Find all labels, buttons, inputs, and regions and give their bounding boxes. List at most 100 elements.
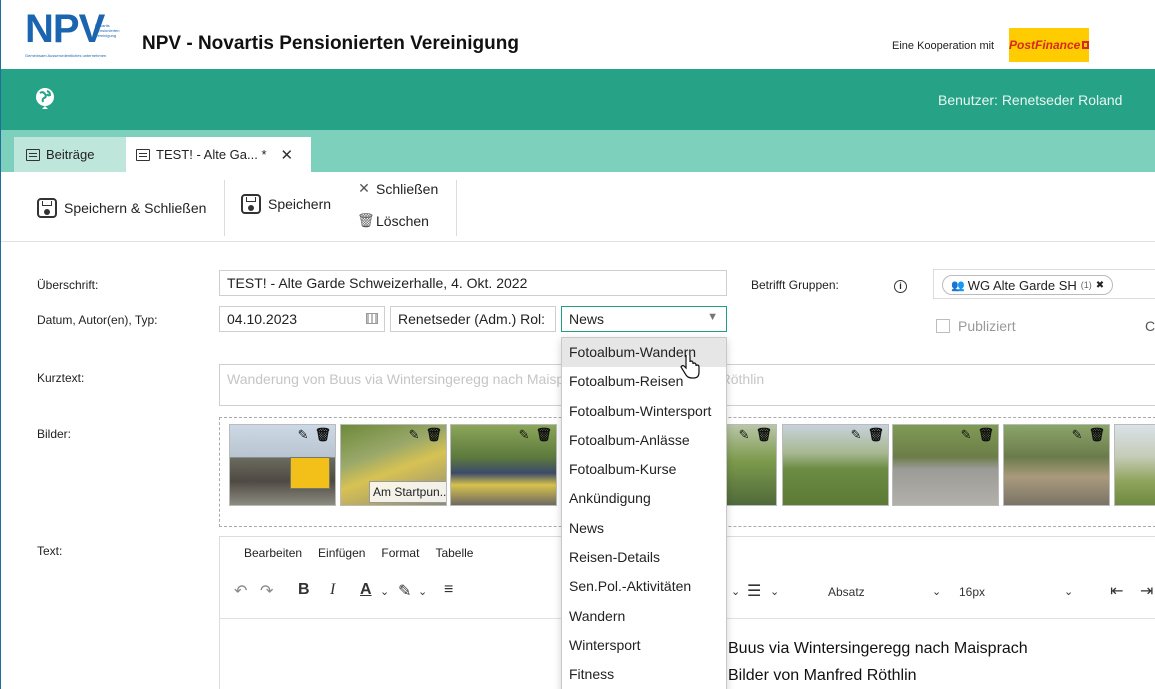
group-icon: 👥 <box>951 279 965 292</box>
type-select[interactable]: News ▼ <box>561 306 727 332</box>
heading-label: Überschrift: <box>37 278 99 292</box>
dropdown-option[interactable]: Fotoalbum-Wintersport <box>562 397 726 426</box>
edit-icon[interactable]: ✎ <box>298 427 309 443</box>
image-thumbnail[interactable] <box>1114 424 1155 506</box>
image-thumbnail[interactable]: ✎ 🗑 <box>229 424 336 506</box>
align-icon[interactable]: ≡ <box>444 581 453 599</box>
trash-icon[interactable]: 🗑 <box>867 427 884 443</box>
highlight-icon[interactable]: ✎ <box>398 581 411 601</box>
chevron-down-icon[interactable]: ⌄ <box>731 585 740 598</box>
chevron-down-icon[interactable]: ⌄ <box>380 585 389 598</box>
chevron-down-icon: ▼ <box>707 311 718 323</box>
delete-button[interactable]: 🗑 Löschen <box>357 212 429 229</box>
image-thumbnail[interactable]: ✎ 🗑 <box>1003 424 1110 506</box>
chevron-down-icon[interactable]: ⌄ <box>770 585 779 598</box>
meta-label: Datum, Autor(en), Typ: <box>37 313 158 327</box>
trash-icon[interactable]: 🗑 <box>425 427 442 443</box>
outdent-icon[interactable]: ⇤ <box>1110 581 1123 601</box>
image-thumbnail[interactable]: ✎ 🗑 <box>721 424 777 506</box>
edit-icon[interactable]: ✎ <box>519 427 530 443</box>
edit-icon[interactable]: ✎ <box>851 427 862 443</box>
app-title: NPV - Novartis Pensionierten Vereinigung <box>142 33 519 54</box>
image-thumbnail[interactable]: ✎ 🗑 <box>892 424 999 506</box>
redo-icon[interactable]: ↷ <box>260 581 273 601</box>
images-label: Bilder: <box>37 427 72 441</box>
dropdown-option[interactable]: Fotoalbum-Anlässe <box>562 426 726 455</box>
save-icon <box>241 194 261 214</box>
save-button[interactable]: Speichern <box>241 194 331 214</box>
bold-icon[interactable]: B <box>298 581 310 599</box>
date-input[interactable]: 04.10.2023 <box>219 306 385 332</box>
menu-insert[interactable]: Einfügen <box>318 546 365 560</box>
dropdown-option[interactable]: Sen.Pol.-Aktivitäten <box>562 572 726 601</box>
globe-icon[interactable] <box>34 87 56 113</box>
toolbar: Speichern & Schließen Speichern ✕ Schlie… <box>1 172 1155 242</box>
edit-icon[interactable]: ✎ <box>739 427 750 443</box>
trash-icon[interactable]: 🗑 <box>535 427 552 443</box>
date-value: 04.10.2023 <box>227 311 298 327</box>
hand-cursor-icon <box>680 355 700 379</box>
dropdown-option[interactable]: Ankündigung <box>562 484 726 513</box>
edit-icon[interactable]: ✎ <box>961 427 972 443</box>
tab-strip: Beiträge TEST! - Alte Ga... * ✕ <box>1 130 1155 172</box>
close-button[interactable]: ✕ Schließen <box>357 180 438 197</box>
postfinance-cross-icon <box>1082 41 1089 49</box>
tab-article[interactable]: TEST! - Alte Ga... * ✕ <box>126 137 311 172</box>
postfinance-logo[interactable]: PostFinance <box>1009 28 1089 62</box>
logo-subtext: Novartis Pensionierten Vereinigung <box>95 23 120 38</box>
menu-edit[interactable]: Bearbeiten <box>244 546 302 560</box>
cooperation-label: Eine Kooperation mit <box>892 40 995 52</box>
text-color-icon[interactable]: A <box>360 581 372 599</box>
trash-icon: 🗑 <box>357 212 375 228</box>
save-and-close-button[interactable]: Speichern & Schließen <box>37 198 206 218</box>
image-thumbnail[interactable]: ✎ 🗑 <box>782 424 889 506</box>
tab-beitraege[interactable]: Beiträge <box>14 137 126 172</box>
close-icon: ✕ <box>358 180 370 196</box>
chevron-down-icon[interactable]: ⌄ <box>1064 585 1073 598</box>
italic-icon[interactable]: I <box>330 581 335 599</box>
trash-icon[interactable]: 🗑 <box>755 427 772 443</box>
save-icon <box>37 198 57 218</box>
chevron-down-icon[interactable]: ⌄ <box>932 585 941 598</box>
group-chip[interactable]: 👥 WG Alte Garde SH (1) ✖ <box>942 275 1114 295</box>
trash-icon[interactable]: 🗑 <box>977 427 994 443</box>
dropdown-option[interactable]: Wandern <box>562 602 726 631</box>
npv-logo[interactable]: NPV Novartis Pensionierten Vereinigung G… <box>25 9 130 61</box>
image-thumbnail[interactable]: ✎ 🗑 <box>450 424 557 506</box>
image-thumbnail[interactable]: ✎ 🗑 Am Startpun... <box>340 424 447 506</box>
tab-label: TEST! - Alte Ga... * <box>156 147 267 162</box>
trash-icon[interactable]: 🗑 <box>1088 427 1105 443</box>
published-label: Publiziert <box>958 318 1016 334</box>
editor-text-line[interactable]: Bilder von Manfred Röthlin <box>728 667 917 685</box>
close-tab-icon[interactable]: ✕ <box>281 146 294 164</box>
author-input[interactable]: Renetseder (Adm.) Rol: <box>390 306 556 332</box>
heading-input[interactable]: TEST! - Alte Garde Schweizerhalle, 4. Ok… <box>219 270 727 296</box>
calendar-icon[interactable] <box>366 313 378 324</box>
menu-table[interactable]: Tabelle <box>435 546 473 560</box>
edit-icon[interactable]: ✎ <box>1072 427 1083 443</box>
info-icon[interactable]: i <box>894 280 907 293</box>
dropdown-option[interactable]: News <box>562 514 726 543</box>
image-caption[interactable]: Am Startpun... <box>369 481 446 503</box>
dropdown-option[interactable]: Wintersport <box>562 631 726 660</box>
trash-icon[interactable]: 🗑 <box>314 427 331 443</box>
type-dropdown-list: Fotoalbum-Wandern Fotoalbum-Reisen Fotoa… <box>561 337 727 689</box>
block-format-select[interactable]: Absatz <box>828 585 865 599</box>
edit-icon[interactable]: ✎ <box>409 427 420 443</box>
close-label: Schließen <box>376 180 439 197</box>
remove-chip-icon[interactable]: ✖ <box>1096 280 1104 291</box>
dropdown-option[interactable]: Reisen-Details <box>562 543 726 572</box>
indent-icon[interactable]: ⇥ <box>1140 581 1153 601</box>
menu-format[interactable]: Format <box>381 546 419 560</box>
published-checkbox[interactable] <box>936 319 950 333</box>
app-band: Benutzer: Renetseder Roland <box>1 69 1155 130</box>
short-text-label: Kurztext: <box>37 371 85 385</box>
numbered-list-icon[interactable]: ☰ <box>747 581 761 601</box>
undo-icon[interactable]: ↶ <box>234 581 247 601</box>
font-size-select[interactable]: 16px <box>959 585 985 599</box>
editor-text-line[interactable]: Buus via Wintersingeregg nach Maisprach <box>728 640 1028 658</box>
chevron-down-icon[interactable]: ⌄ <box>418 585 427 598</box>
dropdown-option[interactable]: Fitness <box>562 660 726 689</box>
dropdown-option[interactable]: Fotoalbum-Kurse <box>562 455 726 484</box>
text-label: Text: <box>37 544 63 558</box>
